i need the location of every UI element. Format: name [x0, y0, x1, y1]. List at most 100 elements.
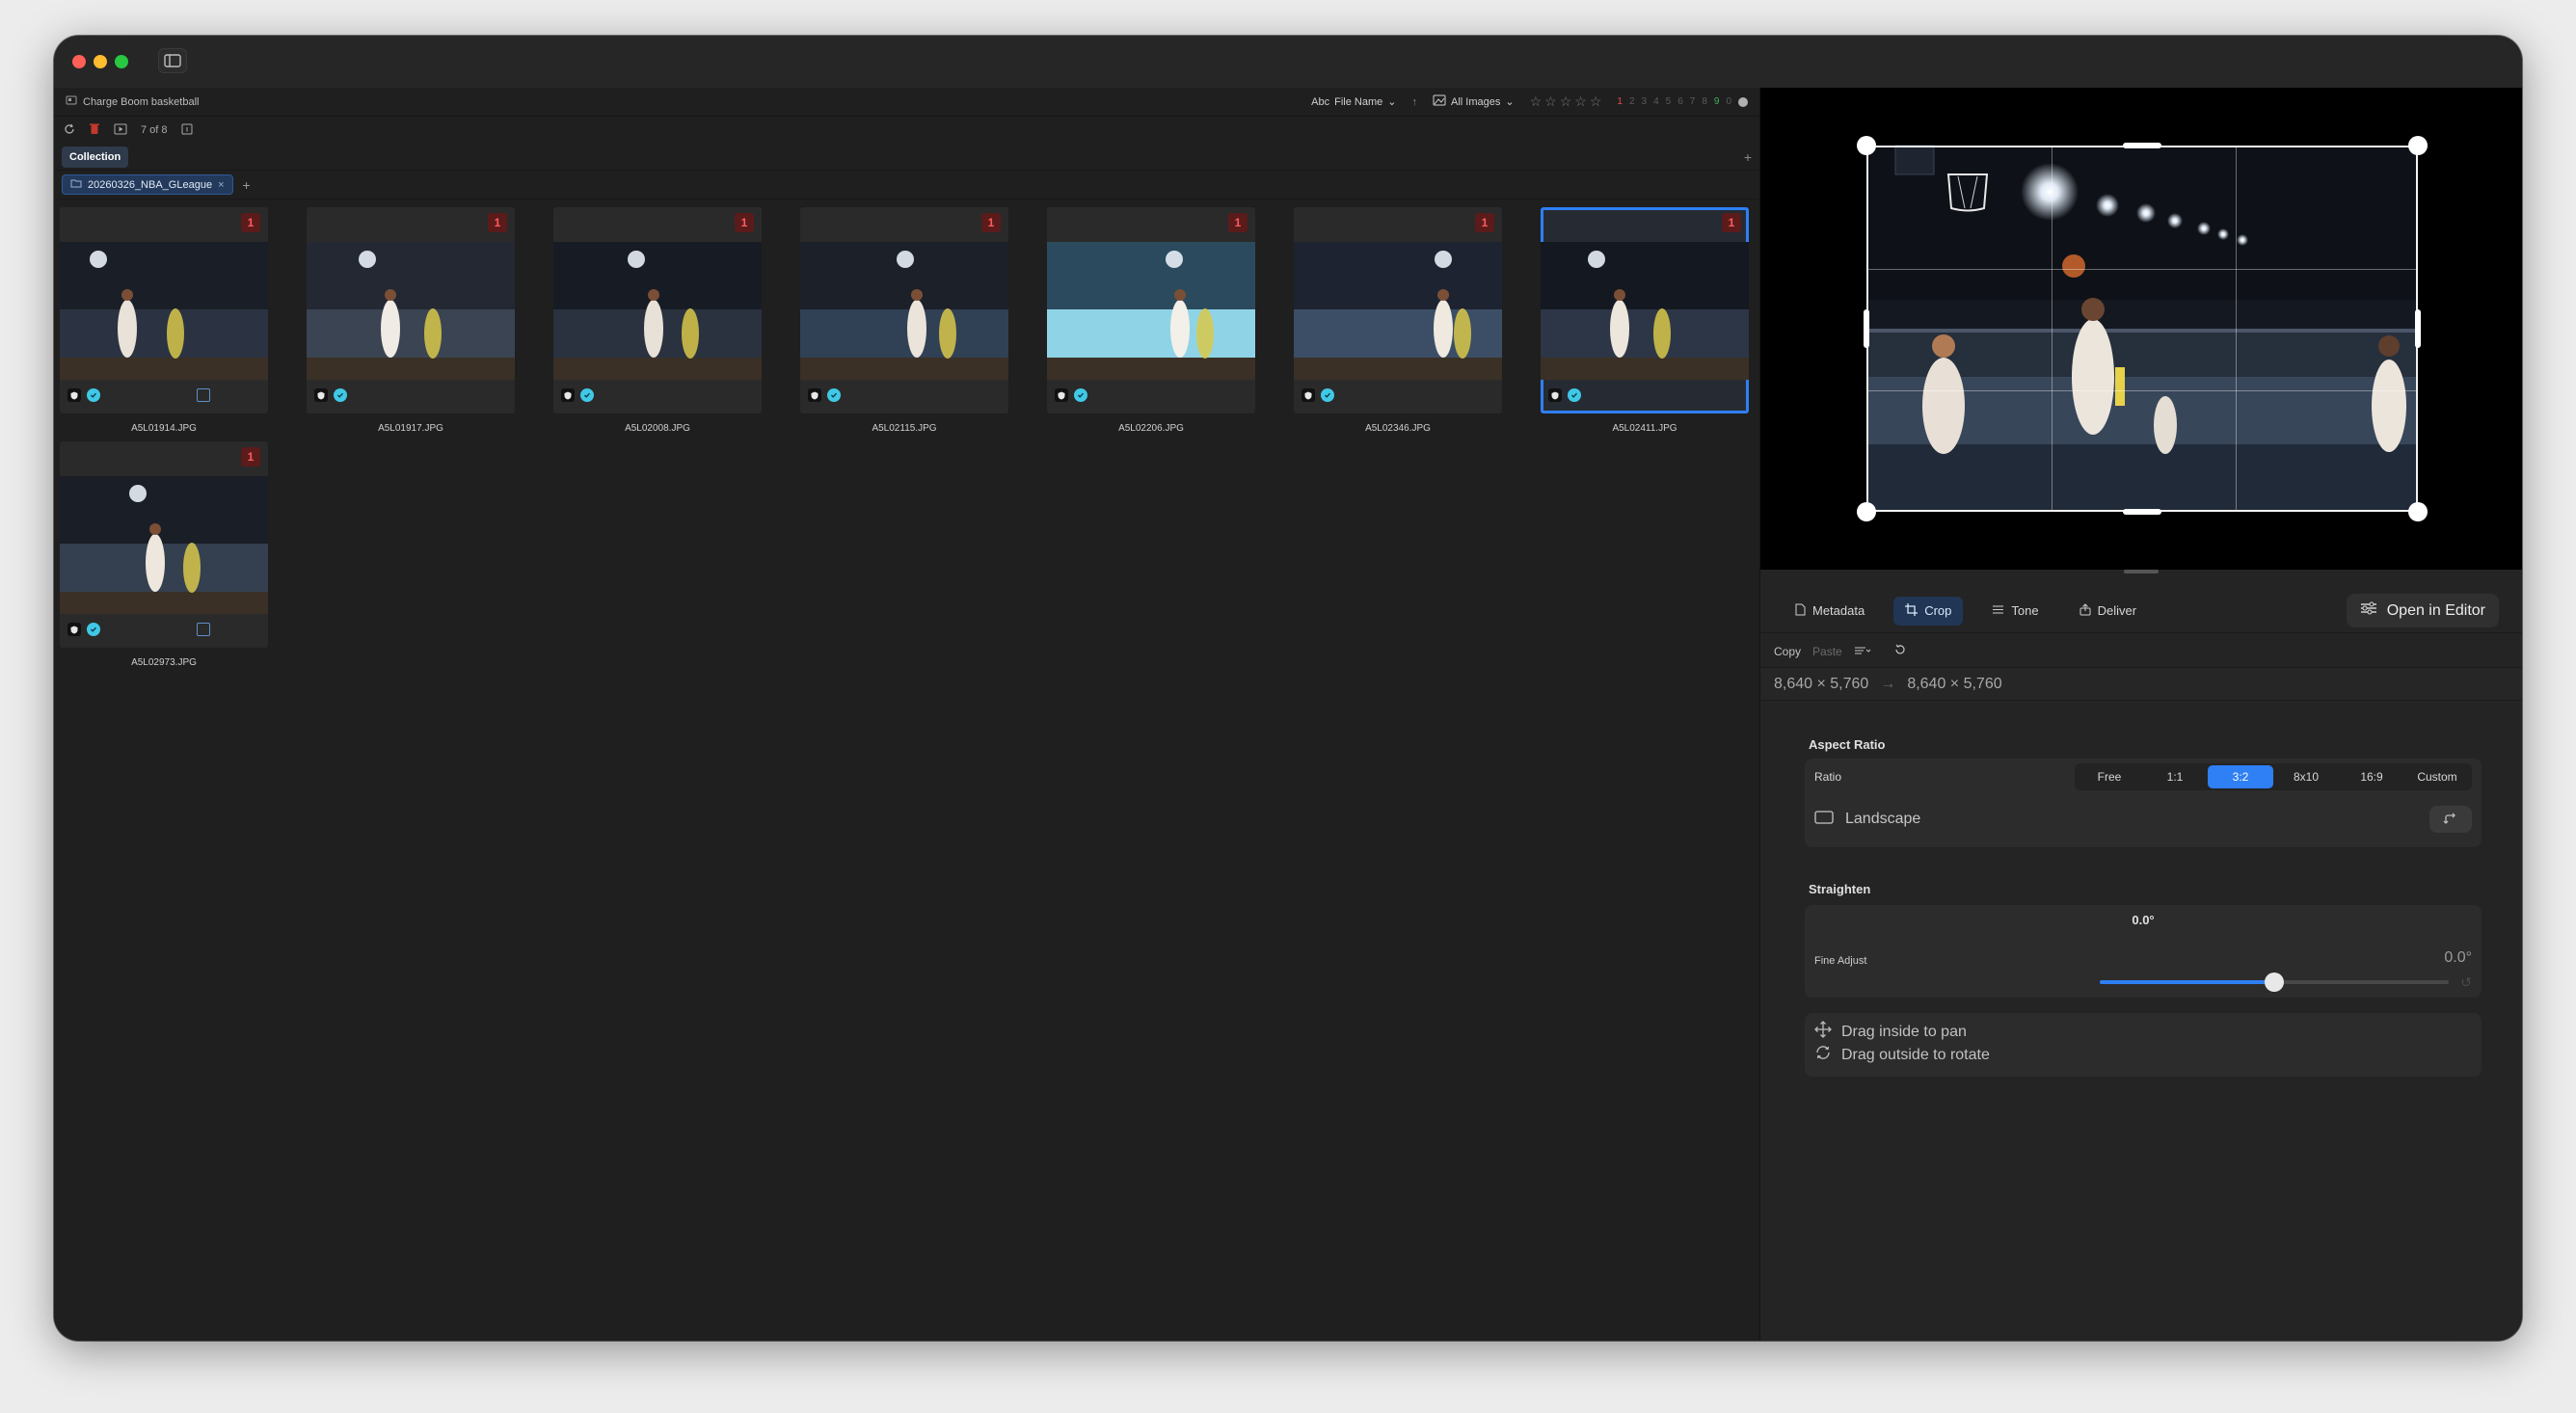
thumbnail-image	[307, 242, 515, 380]
thumbnail-card[interactable]: 1 A5L02115.JPG	[800, 207, 1008, 434]
shield-icon	[67, 388, 81, 402]
ratio-16-9[interactable]: 16:9	[2339, 765, 2404, 788]
label-filter-5[interactable]: 5	[1666, 96, 1672, 107]
paste-button[interactable]: Paste	[1812, 645, 1842, 658]
sort-control[interactable]: Abc File Name ⌄	[1311, 95, 1396, 109]
crop-corner-handle[interactable]	[2408, 502, 2428, 521]
crop-corner-handle[interactable]	[2408, 136, 2428, 155]
crop-edge-handle[interactable]	[2123, 509, 2161, 515]
paste-options-icon[interactable]	[1854, 645, 1871, 658]
tab-deliver[interactable]: Deliver	[2068, 597, 2148, 626]
check-icon	[87, 388, 100, 402]
thumbnail-card[interactable]: 1 A5L02008.JPG	[553, 207, 762, 434]
rating-badge: 1	[1722, 213, 1741, 232]
label-filter-8[interactable]: 8	[1702, 96, 1707, 107]
filter-control[interactable]: All Images ⌄	[1433, 94, 1515, 109]
thumbnail-card[interactable]: 1 A5L02411.JPG	[1541, 207, 1749, 434]
inspector-tabs: Metadata Crop Tone Deliver Open in Edito…	[1760, 589, 2522, 633]
ratio-1-1[interactable]: 1:1	[2142, 765, 2208, 788]
sidebar-toggle-icon[interactable]	[158, 48, 187, 73]
ratio-free[interactable]: Free	[2077, 765, 2142, 788]
crop-edge-handle[interactable]	[2415, 309, 2421, 348]
thumbnail-image	[1541, 242, 1749, 380]
star-icon[interactable]: ☆	[1574, 93, 1587, 110]
thumbnail-card[interactable]: 1 A5L01914.JPG	[60, 207, 268, 434]
share-icon	[2080, 602, 2091, 619]
ratio-8x10[interactable]: 8x10	[2273, 765, 2339, 788]
crop-edge-handle[interactable]	[1864, 309, 1869, 348]
color-label-filter[interactable]: 1 2 3 4 5 6 7 8 9 0	[1617, 96, 1748, 107]
star-rating-filter[interactable]: ☆ ☆ ☆ ☆ ☆	[1530, 93, 1602, 110]
thumbnail-card[interactable]: 1 A5L02973.JPG	[60, 441, 268, 668]
label-filter-0[interactable]: 0	[1726, 96, 1731, 107]
star-icon[interactable]: ☆	[1590, 93, 1602, 110]
pane-resize-handle[interactable]	[2124, 570, 2159, 573]
star-icon[interactable]: ☆	[1544, 93, 1557, 110]
zoom-window-button[interactable]	[115, 55, 128, 68]
label-filter-4[interactable]: 4	[1653, 96, 1659, 107]
copy-button[interactable]: Copy	[1774, 645, 1801, 658]
tab-tone[interactable]: Tone	[1980, 597, 2050, 625]
fine-adjust-label: Fine Adjust	[1814, 955, 1867, 967]
tab-metadata[interactable]: Metadata	[1784, 597, 1876, 626]
fine-adjust-value: 0.0°	[2444, 949, 2472, 966]
thumbnail-card[interactable]: 1 A5L01917.JPG	[307, 207, 515, 434]
fine-adjust-slider[interactable]	[2100, 973, 2449, 992]
label-filter-6[interactable]: 6	[1677, 96, 1683, 107]
thumbnail-image	[1047, 242, 1255, 380]
star-icon[interactable]: ☆	[1560, 93, 1572, 110]
remove-filter-icon[interactable]: ×	[218, 179, 224, 191]
rating-badge: 1	[735, 213, 754, 232]
add-filter-button[interactable]: +	[243, 177, 251, 193]
label-filter-7[interactable]: 7	[1690, 96, 1696, 107]
ratio-label: Ratio	[1814, 770, 1842, 784]
folder-filter-chip[interactable]: 20260326_NBA_GLeague ×	[62, 174, 233, 195]
reset-icon[interactable]: ↺	[2460, 974, 2472, 991]
thumbnail-status-icons	[314, 388, 347, 402]
ratio-3-2[interactable]: 3:2	[2208, 765, 2273, 788]
sort-direction-button[interactable]: ↑	[1411, 96, 1417, 108]
tab-crop[interactable]: Crop	[1893, 596, 1964, 626]
file-name: A5L02206.JPG	[1118, 423, 1184, 434]
info-icon[interactable]	[181, 123, 193, 138]
straighten-value[interactable]: 0.0°	[1805, 913, 2482, 927]
minimize-window-button[interactable]	[94, 55, 107, 68]
rotate-orientation-icon	[2443, 813, 2455, 824]
open-in-editor-label: Open in Editor	[2386, 601, 2485, 619]
crop-edge-handle[interactable]	[2123, 143, 2161, 148]
thumbnail-status-icons	[67, 388, 100, 402]
check-icon	[334, 388, 347, 402]
label-filter-2[interactable]: 2	[1629, 96, 1635, 107]
crop-corner-handle[interactable]	[1857, 502, 1876, 521]
thumbnail-status-icons	[67, 623, 100, 636]
arrow-right-icon: →	[1880, 675, 1896, 692]
collection-tab[interactable]: Collection	[62, 146, 129, 168]
swap-orientation-button[interactable]	[2429, 806, 2472, 833]
selection-count: 7 of 8	[141, 124, 168, 136]
star-icon[interactable]: ☆	[1530, 93, 1543, 110]
label-filter-3[interactable]: 3	[1642, 96, 1648, 107]
thumbnail-card[interactable]: 1 A5L02206.JPG	[1047, 207, 1255, 434]
thumbnail-card[interactable]: 1 A5L02346.JPG	[1294, 207, 1502, 434]
fine-adjust-knob[interactable]	[2265, 973, 2284, 992]
crop-preview[interactable]	[1760, 88, 2522, 570]
label-filter-1[interactable]: 1	[1617, 96, 1623, 107]
trash-icon[interactable]	[89, 122, 100, 138]
label-filter-9[interactable]: 9	[1714, 96, 1720, 107]
ratio-custom[interactable]: Custom	[2404, 765, 2470, 788]
reset-icon[interactable]	[1894, 644, 1906, 658]
clear-filter-icon[interactable]	[1738, 96, 1748, 107]
add-collection-button[interactable]: +	[1744, 149, 1752, 165]
sort-label: File Name	[1334, 95, 1383, 108]
landscape-label: Landscape	[1845, 811, 1921, 827]
crop-corner-handle[interactable]	[1857, 136, 1876, 155]
slideshow-icon[interactable]	[114, 123, 127, 138]
close-window-button[interactable]	[72, 55, 86, 68]
shield-icon	[314, 388, 328, 402]
app-window: Charge Boom basketball Abc File Name ⌄ ↑…	[54, 36, 2522, 1341]
refresh-icon[interactable]	[64, 123, 75, 138]
crop-frame[interactable]	[1866, 146, 2418, 512]
edit-badge-icon	[197, 388, 210, 402]
collection-bar: Collection +	[54, 144, 1759, 171]
open-in-editor-button[interactable]: Open in Editor	[2346, 594, 2499, 627]
